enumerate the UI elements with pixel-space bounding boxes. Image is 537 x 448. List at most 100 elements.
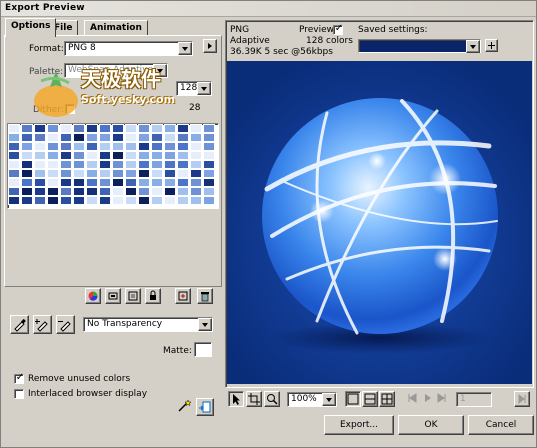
palette-swatch[interactable] xyxy=(203,151,215,160)
palette-dropdown[interactable]: WebSnap Adaptive xyxy=(64,63,168,78)
interlaced-checkbox[interactable] xyxy=(14,389,24,399)
palette-swatch[interactable] xyxy=(138,187,150,196)
palette-swatch[interactable] xyxy=(8,196,20,205)
title-bar[interactable]: Export Preview xyxy=(1,1,536,17)
export-button[interactable]: Export... xyxy=(324,415,394,435)
palette-swatch[interactable] xyxy=(203,196,215,205)
palette-swatch[interactable] xyxy=(190,142,202,151)
palette-swatch[interactable] xyxy=(86,142,98,151)
palette-swatch[interactable] xyxy=(164,133,176,142)
palette-swatch[interactable] xyxy=(99,169,111,178)
palette-swatch[interactable] xyxy=(86,133,98,142)
palette-swatch[interactable] xyxy=(151,133,163,142)
palette-swatch[interactable] xyxy=(164,124,176,133)
palette-swatch[interactable] xyxy=(47,133,59,142)
zoom-tool-button[interactable] xyxy=(264,391,280,407)
palette-swatch[interactable] xyxy=(177,142,189,151)
split-2-view-button[interactable] xyxy=(362,391,378,407)
palette-swatch[interactable] xyxy=(60,133,72,142)
palette-swatch[interactable] xyxy=(73,133,85,142)
palette-swatch[interactable] xyxy=(47,178,59,187)
play-button[interactable] xyxy=(420,391,436,407)
palette-swatch[interactable] xyxy=(138,151,150,160)
palette-swatch[interactable] xyxy=(203,160,215,169)
palette-swatch[interactable] xyxy=(60,151,72,160)
palette-swatch[interactable] xyxy=(60,178,72,187)
palette-swatch[interactable] xyxy=(125,133,137,142)
palette-swatch[interactable] xyxy=(190,124,202,133)
palette-swatch[interactable] xyxy=(47,169,59,178)
palette-swatch[interactable] xyxy=(151,124,163,133)
palette-swatch[interactable] xyxy=(125,187,137,196)
palette-swatch[interactable] xyxy=(34,133,46,142)
lock-color-button[interactable] xyxy=(145,288,161,304)
palette-swatch[interactable] xyxy=(21,187,33,196)
palette-swatch[interactable] xyxy=(34,160,46,169)
palette-swatch[interactable] xyxy=(47,187,59,196)
palette-swatch[interactable] xyxy=(47,151,59,160)
palette-swatch[interactable] xyxy=(138,142,150,151)
palette-swatch[interactable] xyxy=(21,196,33,205)
eyedropper-button[interactable] xyxy=(10,315,29,334)
palette-swatch[interactable] xyxy=(151,178,163,187)
palette-swatch[interactable] xyxy=(151,187,163,196)
palette-swatch[interactable] xyxy=(203,169,215,178)
palette-swatch[interactable] xyxy=(73,196,85,205)
palette-swatch[interactable] xyxy=(112,133,124,142)
frame-number-field[interactable]: 1 xyxy=(456,392,492,407)
palette-swatch[interactable] xyxy=(151,169,163,178)
palette-swatch[interactable] xyxy=(86,196,98,205)
zoom-dropdown[interactable]: 100% xyxy=(287,392,337,407)
palette-swatch[interactable] xyxy=(99,160,111,169)
palette-swatch[interactable] xyxy=(21,151,33,160)
palette-swatch[interactable] xyxy=(125,178,137,187)
format-dropdown[interactable]: PNG 8 xyxy=(64,41,193,56)
palette-swatch[interactable] xyxy=(34,187,46,196)
palette-swatch[interactable] xyxy=(8,169,20,178)
palette-swatch[interactable] xyxy=(190,151,202,160)
web-safe-button[interactable] xyxy=(85,288,101,304)
palette-swatch[interactable] xyxy=(138,124,150,133)
delete-color-button[interactable] xyxy=(197,288,213,304)
palette-swatch[interactable] xyxy=(99,187,111,196)
palette-swatch[interactable] xyxy=(125,142,137,151)
palette-swatch[interactable] xyxy=(73,151,85,160)
palette-swatch[interactable] xyxy=(177,178,189,187)
palette-swatch[interactable] xyxy=(99,196,111,205)
crop-tool-button[interactable] xyxy=(246,391,262,407)
palette-swatch[interactable] xyxy=(190,169,202,178)
palette-swatch[interactable] xyxy=(47,196,59,205)
export-wizard-button[interactable] xyxy=(196,398,214,416)
palette-swatch[interactable] xyxy=(164,196,176,205)
palette-swatch[interactable] xyxy=(164,178,176,187)
palette-swatch[interactable] xyxy=(112,196,124,205)
palette-swatch[interactable] xyxy=(60,142,72,151)
palette-swatch[interactable] xyxy=(47,142,59,151)
palette-swatch[interactable] xyxy=(73,178,85,187)
palette-swatch[interactable] xyxy=(203,133,215,142)
palette-swatch[interactable] xyxy=(190,196,202,205)
palette-swatch[interactable] xyxy=(60,187,72,196)
palette-swatch[interactable] xyxy=(8,142,20,151)
palette-swatch[interactable] xyxy=(190,187,202,196)
options-menu-button[interactable] xyxy=(203,39,217,53)
palette-swatch[interactable] xyxy=(151,196,163,205)
palette-swatch[interactable] xyxy=(8,178,20,187)
palette-swatch[interactable] xyxy=(86,124,98,133)
transparent-color-button[interactable] xyxy=(125,288,141,304)
palette-swatch[interactable] xyxy=(125,151,137,160)
palette-swatch[interactable] xyxy=(86,169,98,178)
palette-swatch[interactable] xyxy=(164,151,176,160)
palette-swatch[interactable] xyxy=(21,133,33,142)
palette-swatch[interactable] xyxy=(99,142,111,151)
palette-swatch[interactable] xyxy=(177,196,189,205)
palette-swatch[interactable] xyxy=(112,169,124,178)
palette-swatch[interactable] xyxy=(151,160,163,169)
palette-swatch[interactable] xyxy=(73,160,85,169)
palette-swatch[interactable] xyxy=(60,169,72,178)
palette-swatch[interactable] xyxy=(177,169,189,178)
palette-swatch[interactable] xyxy=(73,187,85,196)
add-color-button[interactable] xyxy=(175,288,191,304)
palette-swatch[interactable] xyxy=(177,124,189,133)
palette-swatch[interactable] xyxy=(8,160,20,169)
